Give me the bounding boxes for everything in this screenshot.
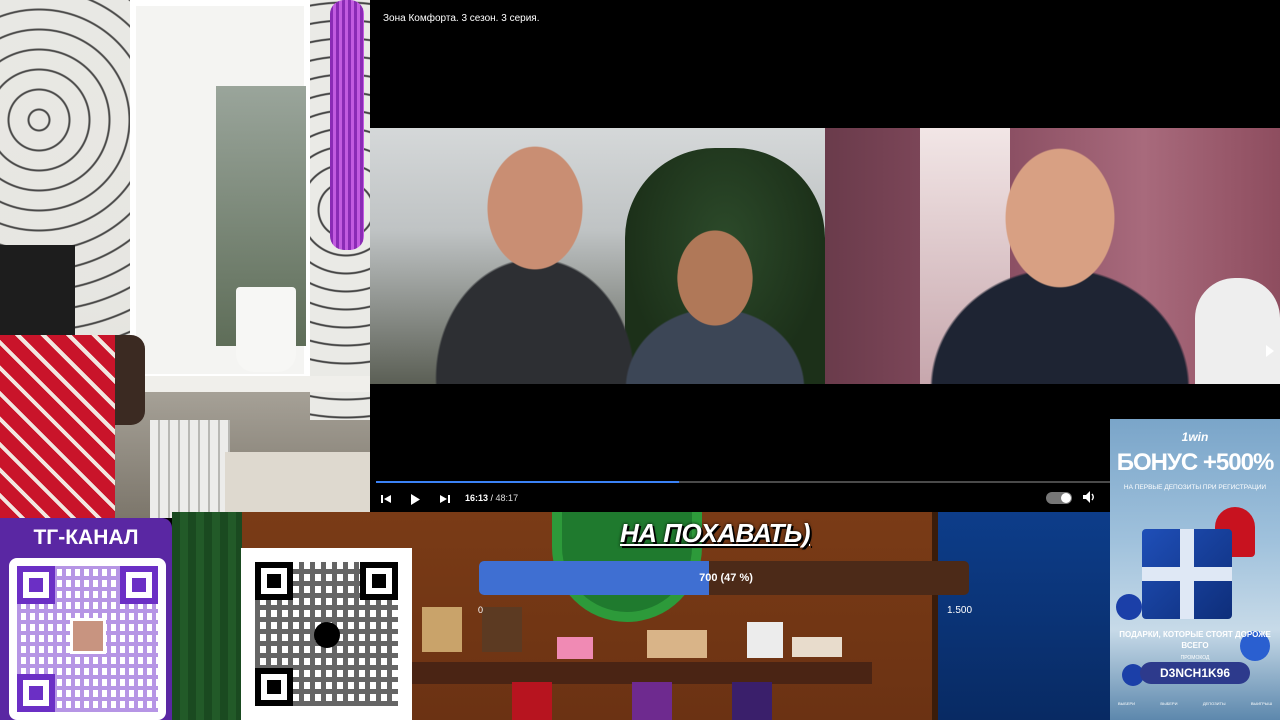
- pixel-night-window: [932, 512, 1112, 720]
- ad-brand: 1win: [1181, 430, 1209, 444]
- pixel-item: [422, 607, 462, 652]
- donation-goal-label: 700 (47 %): [699, 572, 753, 584]
- time-display: 16:13 / 48:17: [465, 493, 518, 503]
- pixel-item: [747, 622, 783, 658]
- scene-left: [370, 128, 825, 384]
- person: [625, 218, 805, 384]
- video-title: Зона Комфорта. 3 сезон. 3 серия.: [383, 13, 540, 24]
- avatar: [70, 618, 106, 654]
- person: [430, 128, 640, 384]
- flower-pot: [236, 287, 296, 372]
- advertisement-banner[interactable]: 1win БОНУС +500% НА ПЕРВЫЕ ДЕПОЗИТЫ ПРИ …: [1110, 419, 1280, 720]
- pixel-tree: [172, 512, 242, 720]
- promo-code-label: ПРОМОКОД: [1180, 655, 1210, 661]
- blanket: [0, 335, 115, 518]
- donation-goal-max: 1.500: [947, 605, 973, 616]
- ad-subline: НА ПЕРВЫЕ ДЕПОЗИТЫ ПРИ РЕГИСТРАЦИИ: [1123, 484, 1267, 491]
- scene-right: [825, 128, 1280, 384]
- pixel-item: [482, 607, 522, 652]
- gift-box-icon: [1142, 529, 1232, 619]
- autoplay-toggle-icon[interactable]: [1046, 492, 1072, 504]
- donation-goal-bar: 700 (47 %): [479, 561, 969, 595]
- volume-icon[interactable]: [1082, 490, 1096, 509]
- ad-tagline: ПОДАРКИ, КОТОРЫЕ СТОЯТ ДОРОЖЕ ВСЕГО: [1119, 630, 1271, 650]
- promo-code: D3NCH1K96: [1140, 662, 1250, 684]
- ad-footer-item: ВЫБЕРИ: [1118, 701, 1136, 706]
- time-separator: /: [488, 493, 496, 503]
- play-icon[interactable]: [406, 490, 424, 508]
- webcam-feed: [0, 0, 370, 518]
- skip-next-icon[interactable]: [436, 490, 454, 508]
- ad-headline: БОНУС +500%: [1116, 449, 1275, 476]
- window-sill: [145, 376, 370, 392]
- pixel-item: [792, 637, 842, 657]
- telegram-label: ТГ-КАНАЛ: [33, 526, 139, 549]
- donation-goal-min: 0: [478, 605, 484, 615]
- table: [225, 452, 370, 518]
- pixel-stocking: [732, 682, 772, 720]
- skip-previous-icon[interactable]: [377, 490, 395, 508]
- ad-footer-item: ДЕПОЗИТЫ: [1202, 701, 1226, 706]
- seek-bar-played: [376, 481, 679, 483]
- ad-footer-item: ВЫБЕРИ: [1160, 701, 1178, 706]
- duration: 48:17: [495, 493, 519, 503]
- pixel-stocking: [632, 682, 672, 720]
- video-frame[interactable]: [370, 128, 1280, 384]
- ad-footer: ВЫБЕРИ ВЫБЕРИ ДЕПОЗИТЫ ВЫИГРЫШ: [1118, 701, 1272, 706]
- person: [925, 138, 1195, 384]
- lamp: [1195, 278, 1280, 384]
- ornament-icon: [1116, 594, 1142, 620]
- cursor-arrow-icon: [1266, 345, 1274, 357]
- radiator: [150, 420, 230, 518]
- telegram-panel: ТГ-КАНАЛ: [0, 518, 172, 720]
- pixel-stocking: [512, 682, 552, 720]
- tinsel-decoration: [330, 0, 364, 250]
- pixel-mantel: [412, 662, 872, 684]
- pixel-item: [557, 637, 593, 659]
- current-time: 16:13: [465, 493, 489, 503]
- donation-goal-title: НА ПОХАВАТЬ): [620, 518, 811, 548]
- shelf: [0, 245, 75, 340]
- qr-code[interactable]: [241, 548, 412, 720]
- telegram-qr-code[interactable]: [9, 558, 166, 720]
- qr-logo-icon: [314, 622, 340, 648]
- ad-footer-item: ВЫИГРЫШ: [1250, 701, 1272, 706]
- pixel-item: [647, 630, 707, 658]
- stream-screen: Зона Комфорта. 3 сезон. 3 серия. 16:13 /…: [0, 0, 1280, 720]
